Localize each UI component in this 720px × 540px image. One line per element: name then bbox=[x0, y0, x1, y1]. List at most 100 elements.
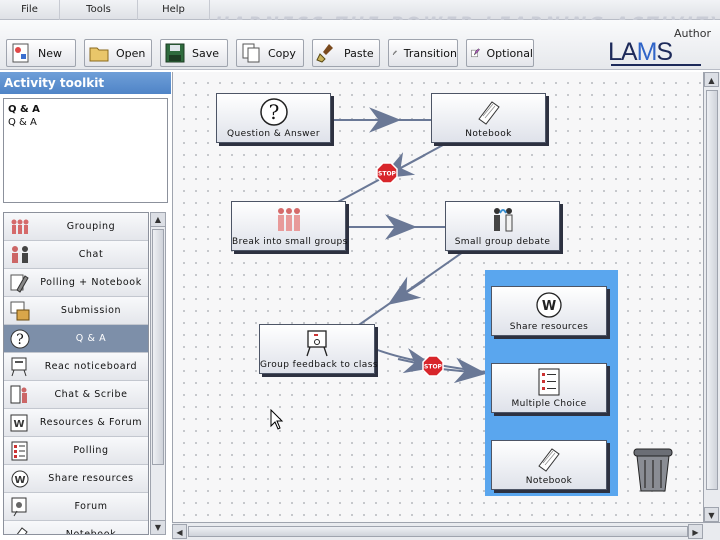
toolkit-item-chat-scribe[interactable]: Chat & Scribe bbox=[4, 381, 148, 409]
forum-icon bbox=[11, 497, 27, 517]
share-resources-icon: W bbox=[11, 470, 29, 488]
info-description: Q & A bbox=[8, 117, 37, 128]
toolkit-item-submission[interactable]: Submission bbox=[4, 297, 148, 325]
toolkit-item-chat[interactable]: Chat bbox=[4, 241, 148, 269]
svg-text:?: ? bbox=[268, 100, 279, 124]
toolkit-item-label: Grouping bbox=[66, 221, 116, 232]
optional-button-label: Optional bbox=[486, 46, 533, 60]
pen-icon bbox=[392, 50, 397, 56]
toolkit-item-label: Reac noticeboard bbox=[44, 361, 138, 372]
chat-scribe-icon bbox=[10, 385, 27, 404]
activity-label: Small group debate bbox=[454, 237, 551, 247]
scroll-down-icon[interactable]: ▼ bbox=[151, 520, 165, 534]
notebook-icon bbox=[16, 527, 28, 534]
stop-gate-label: STOP bbox=[378, 171, 397, 178]
activity-group-feedback[interactable]: Group feedback to class bbox=[259, 324, 378, 374]
activity-info-panel: Q & A Q & A bbox=[3, 98, 168, 203]
folder-open-icon bbox=[89, 47, 109, 62]
lams-logo: LAMS bbox=[608, 38, 673, 66]
toolkit-item-polling[interactable]: Polling bbox=[4, 437, 148, 465]
design-canvas[interactable]: STOP STOP ? Question & Answer Notebook B… bbox=[172, 72, 703, 522]
noticeboard-icon bbox=[11, 357, 27, 377]
toolkit-item-label: Forum bbox=[74, 501, 108, 512]
polling-notebook-icon bbox=[10, 274, 29, 293]
canvas-horizontal-thumb[interactable] bbox=[188, 526, 688, 537]
activity-label: Share resources bbox=[509, 322, 589, 332]
logo-underline bbox=[611, 64, 701, 66]
toolkit-item-label: Q & A bbox=[75, 333, 107, 344]
open-button[interactable]: Open bbox=[84, 39, 152, 67]
debate-icon bbox=[493, 208, 512, 232]
activity-break-into-groups[interactable]: Break into small groups bbox=[231, 201, 347, 251]
toolkit-item-forum[interactable]: Forum bbox=[4, 493, 148, 521]
copy-button[interactable]: Copy bbox=[236, 39, 304, 67]
activity-label: Notebook bbox=[465, 129, 512, 139]
menu-file[interactable]: File bbox=[0, 0, 60, 20]
activity-notebook-1[interactable]: Notebook bbox=[431, 93, 546, 143]
scroll-down-icon[interactable]: ▼ bbox=[704, 507, 719, 522]
transition-button-label: Transition bbox=[403, 46, 457, 60]
mouse-pointer-icon bbox=[270, 409, 284, 430]
activity-share-resources[interactable]: W Share resources bbox=[491, 286, 607, 336]
toolkit-item-polling-notebook[interactable]: Polling + Notebook bbox=[4, 269, 148, 297]
toolkit-scrollbar[interactable]: ▲ ▼ bbox=[150, 212, 166, 535]
scroll-left-icon[interactable]: ◀ bbox=[172, 524, 187, 539]
toolkit-item-share-resources[interactable]: W Share resources bbox=[4, 465, 148, 493]
trash-can-icon[interactable] bbox=[630, 446, 676, 494]
menu-bar: File Tools Help bbox=[0, 0, 720, 20]
people-group-icon bbox=[11, 219, 29, 234]
canvas-vertical-thumb[interactable] bbox=[706, 90, 718, 490]
question-mark-icon: ? bbox=[10, 329, 30, 349]
resources-forum-icon: W bbox=[10, 414, 28, 432]
polling-icon bbox=[11, 441, 28, 461]
toolkit-item-noticeboard[interactable]: Reac noticeboard bbox=[4, 353, 148, 381]
activity-label: Question & Answer bbox=[227, 129, 320, 139]
toolkit-item-label: Submission bbox=[60, 305, 122, 316]
toolkit-header: Activity toolkit bbox=[0, 72, 171, 94]
notebook-icon bbox=[477, 101, 500, 125]
share-resources-icon: W bbox=[536, 292, 562, 318]
activity-small-group-debate[interactable]: Small group debate bbox=[445, 201, 560, 251]
toolkit-list: Grouping Chat Polling + Notebook Submiss… bbox=[3, 212, 149, 535]
canvas-horizontal-scrollbar[interactable]: ◀ ▶ bbox=[172, 522, 720, 540]
stop-gate-1[interactable]: STOP bbox=[376, 162, 398, 184]
save-button[interactable]: Save bbox=[160, 39, 228, 67]
new-document-icon bbox=[12, 43, 29, 63]
save-button-label: Save bbox=[192, 46, 220, 60]
activity-question-answer[interactable]: ? Question & Answer bbox=[216, 93, 331, 143]
toolkit-item-grouping[interactable]: Grouping bbox=[4, 213, 148, 241]
toolkit-scroll-thumb[interactable] bbox=[152, 229, 164, 465]
activity-multiple-choice[interactable]: Multiple Choice bbox=[491, 363, 607, 413]
menu-tools[interactable]: Tools bbox=[60, 0, 138, 20]
canvas-vertical-scrollbar[interactable]: ▲ ▼ bbox=[703, 72, 720, 522]
paste-button[interactable]: Paste bbox=[312, 39, 380, 67]
svg-text:W: W bbox=[542, 299, 556, 314]
new-button-label: New bbox=[38, 46, 62, 60]
toolkit-item-label: Chat & Scribe bbox=[54, 389, 128, 400]
toolkit-item-resources-forum[interactable]: W Resources & Forum bbox=[4, 409, 148, 437]
transition-button[interactable]: Transition bbox=[388, 39, 458, 67]
activity-label: Notebook bbox=[525, 476, 573, 486]
toolkit-item-qa[interactable]: ? Q & A bbox=[4, 325, 148, 353]
stop-gate-2[interactable]: STOP bbox=[422, 355, 444, 377]
toolkit-item-notebook[interactable]: Notebook bbox=[4, 521, 148, 534]
scroll-up-icon[interactable]: ▲ bbox=[704, 72, 719, 87]
paste-button-label: Paste bbox=[344, 46, 374, 60]
scroll-right-icon[interactable]: ▶ bbox=[688, 524, 703, 539]
activity-notebook-2[interactable]: Notebook bbox=[491, 440, 607, 490]
optional-button[interactable]: Optional bbox=[466, 39, 534, 67]
open-button-label: Open bbox=[116, 46, 146, 60]
svg-text:W: W bbox=[13, 419, 24, 430]
notebook-icon bbox=[538, 448, 560, 472]
stop-gate-label: STOP bbox=[424, 364, 443, 371]
chat-icon bbox=[12, 246, 28, 263]
menu-help[interactable]: Help bbox=[138, 0, 210, 20]
submission-icon bbox=[10, 301, 30, 321]
svg-text:?: ? bbox=[16, 332, 24, 348]
optional-pen-icon bbox=[471, 48, 480, 58]
copy-icon bbox=[242, 43, 260, 63]
activity-label: Group feedback to class bbox=[260, 360, 378, 370]
floppy-disk-icon bbox=[165, 43, 185, 63]
new-button[interactable]: New bbox=[6, 39, 76, 67]
scroll-up-icon[interactable]: ▲ bbox=[151, 213, 165, 227]
